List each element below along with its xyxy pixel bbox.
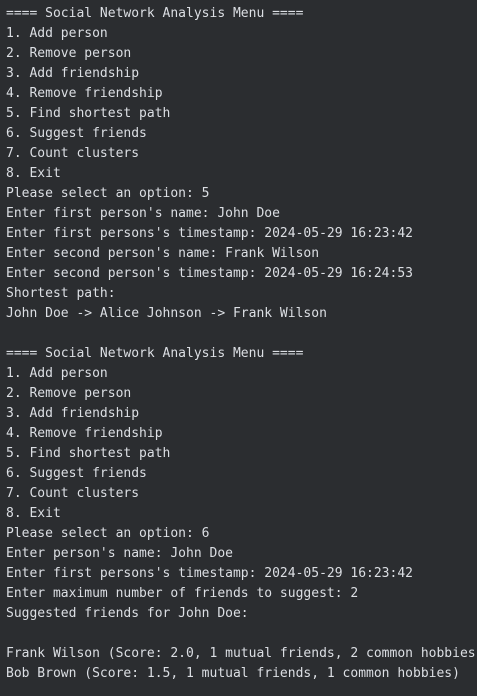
menu-item-count-clusters: 7. Count clusters [6,146,140,161]
option-prompt: Please select an option: 6 [6,526,210,541]
menu-title: ==== Social Network Analysis Menu ==== [6,6,304,21]
menu-item-remove-friendship: 4. Remove friendship [6,86,163,101]
menu-item-add-person: 1. Add person [6,366,108,381]
console-output[interactable]: ==== Social Network Analysis Menu ==== 1… [0,0,477,696]
second-timestamp-prompt: Enter second person's timestamp: 2024-05… [6,266,413,281]
person-name-prompt: Enter person's name: John Doe [6,546,233,561]
menu-item-remove-person: 2. Remove person [6,386,132,401]
suggestion-item: Frank Wilson (Score: 2.0, 1 mutual frien… [6,646,477,661]
first-timestamp-prompt: Enter first persons's timestamp: 2024-05… [6,566,413,581]
first-name-prompt: Enter first person's name: John Doe [6,206,280,221]
menu-item-add-person: 1. Add person [6,26,108,41]
option-prompt: Please select an option: 5 [6,186,210,201]
menu-item-remove-friendship: 4. Remove friendship [6,426,163,441]
menu-item-find-shortest-path: 5. Find shortest path [6,446,171,461]
menu-item-add-friendship: 3. Add friendship [6,66,140,81]
shortest-path-result: John Doe -> Alice Johnson -> Frank Wilso… [6,306,327,321]
second-name-prompt: Enter second person's name: Frank Wilson [6,246,320,261]
menu-item-add-friendship: 3. Add friendship [6,406,140,421]
menu-item-exit: 8. Exit [6,506,61,521]
shortest-path-heading: Shortest path: [6,286,116,301]
menu-item-exit: 8. Exit [6,166,61,181]
menu-item-remove-person: 2. Remove person [6,46,132,61]
menu-item-count-clusters: 7. Count clusters [6,486,140,501]
menu-item-suggest-friends: 6. Suggest friends [6,466,147,481]
first-timestamp-prompt: Enter first persons's timestamp: 2024-05… [6,226,413,241]
suggestion-item: Bob Brown (Score: 1.5, 1 mutual friends,… [6,666,460,681]
menu-item-find-shortest-path: 5. Find shortest path [6,106,171,121]
max-friends-prompt: Enter maximum number of friends to sugge… [6,586,359,601]
menu-title: ==== Social Network Analysis Menu ==== [6,346,304,361]
suggested-friends-heading: Suggested friends for John Doe: [6,606,249,621]
menu-item-suggest-friends: 6. Suggest friends [6,126,147,141]
